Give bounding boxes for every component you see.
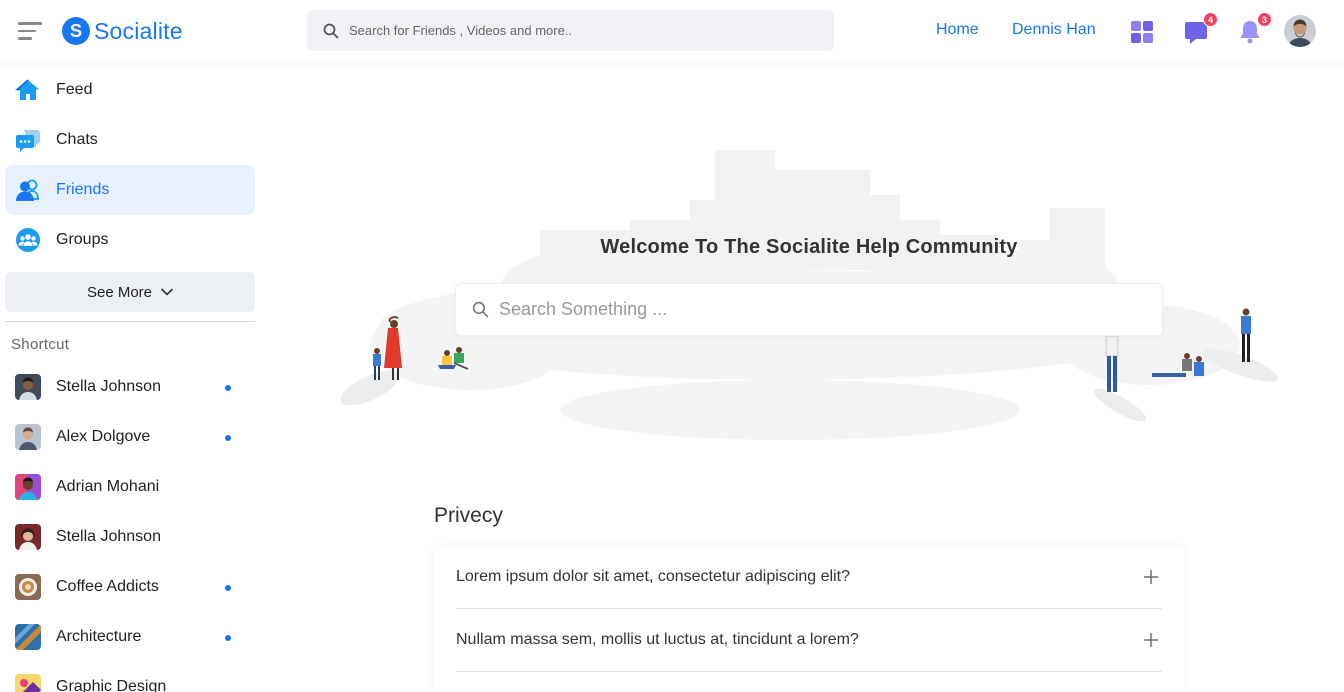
shortcut-heading: Shortcut <box>11 336 70 353</box>
faq-question: Nullam massa sem, mollis ut luctus at, t… <box>456 631 859 648</box>
shortcut-item[interactable]: Adrian Mohani <box>15 467 245 507</box>
messages-badge: 4 <box>1203 12 1218 27</box>
logo-badge: S <box>62 17 90 45</box>
faq-item[interactable]: Nullam massa sem, mollis ut luctus at, t… <box>456 609 1162 672</box>
plus-icon[interactable] <box>1144 633 1158 647</box>
shortcut-item[interactable]: Coffee Addicts <box>15 567 245 607</box>
faq-question: Lorem ipsum dolor sit amet, consectetur … <box>456 568 850 585</box>
shortcut-label: Adrian Mohani <box>56 478 160 495</box>
notifications-bell-icon[interactable]: 3 <box>1237 12 1272 45</box>
search-icon <box>472 301 489 318</box>
shortcut-avatar <box>15 624 41 650</box>
top-header: S Socialite Home Dennis Han 4 3 <box>0 0 1344 62</box>
chevron-down-icon <box>161 288 173 296</box>
hero-title: Welcome To The Socialite Help Community <box>600 236 1018 258</box>
friends-icon <box>15 177 41 203</box>
shortcut-item[interactable]: Graphic Design <box>15 667 245 692</box>
logo-text: Socialite <box>94 17 183 44</box>
sidebar-item-label: Groups <box>56 231 109 248</box>
shortcut-item[interactable]: Architecture <box>15 617 245 657</box>
sidebar-item-groups[interactable]: Groups <box>5 215 255 265</box>
sidebar-item-feed[interactable]: Feed <box>5 65 255 115</box>
help-search-input[interactable] <box>499 299 1139 320</box>
apps-grid-icon[interactable] <box>1129 19 1155 45</box>
logo[interactable]: S Socialite <box>62 17 183 45</box>
notifications-badge: 3 <box>1257 12 1272 27</box>
section-title: Privecy <box>434 504 503 527</box>
chat-bubble-icon <box>15 127 41 153</box>
shortcut-item[interactable]: Stella Johnson <box>15 367 245 407</box>
nav-profile-link[interactable]: Dennis Han <box>1012 21 1096 39</box>
shortcut-label: Stella Johnson <box>56 528 161 545</box>
shortcut-label: Graphic Design <box>56 678 167 692</box>
shortcut-avatar <box>15 674 41 692</box>
search-icon <box>323 23 339 38</box>
shortcut-item[interactable]: Stella Johnson <box>15 517 245 557</box>
groups-icon <box>15 227 41 253</box>
sidebar-item-chats[interactable]: Chats <box>5 115 255 165</box>
left-sidebar: Feed Chats Friends Groups See More Short… <box>0 62 262 692</box>
shortcut-avatar <box>15 374 41 400</box>
sidebar-divider <box>5 321 255 322</box>
faq-card: Lorem ipsum dolor sit amet, consectetur … <box>434 546 1184 692</box>
shortcut-label: Stella Johnson <box>56 378 161 395</box>
header-search[interactable] <box>307 10 834 51</box>
user-avatar[interactable] <box>1284 15 1316 47</box>
sidebar-item-label: Chats <box>56 131 98 148</box>
shortcut-label: Alex Dolgove <box>56 428 151 445</box>
faq-item[interactable]: Lorem ipsum dolor sit amet, consectetur … <box>456 546 1162 609</box>
sidebar-item-friends[interactable]: Friends <box>5 165 255 215</box>
header-search-input[interactable] <box>349 23 809 38</box>
shortcut-avatar <box>15 574 41 600</box>
home-icon <box>15 77 41 103</box>
shortcut-label: Coffee Addicts <box>56 578 159 595</box>
shortcut-avatar <box>15 424 41 450</box>
unread-indicator <box>225 585 231 591</box>
messages-icon[interactable]: 4 <box>1183 12 1218 45</box>
nav-home-link[interactable]: Home <box>936 21 979 39</box>
menu-toggle-icon[interactable] <box>18 22 42 40</box>
see-more-button[interactable]: See More <box>5 272 255 312</box>
shortcut-avatar <box>15 474 41 500</box>
unread-indicator <box>225 635 231 641</box>
help-search[interactable] <box>455 283 1163 336</box>
shortcut-avatar <box>15 524 41 550</box>
unread-indicator <box>225 385 231 391</box>
sidebar-item-label: Friends <box>56 181 110 198</box>
see-more-label: See More <box>86 283 153 301</box>
shortcut-item[interactable]: Alex Dolgove <box>15 417 245 457</box>
shortcut-label: Architecture <box>56 628 142 645</box>
sidebar-item-label: Feed <box>56 81 93 98</box>
plus-icon[interactable] <box>1144 570 1158 584</box>
unread-indicator <box>225 435 231 441</box>
